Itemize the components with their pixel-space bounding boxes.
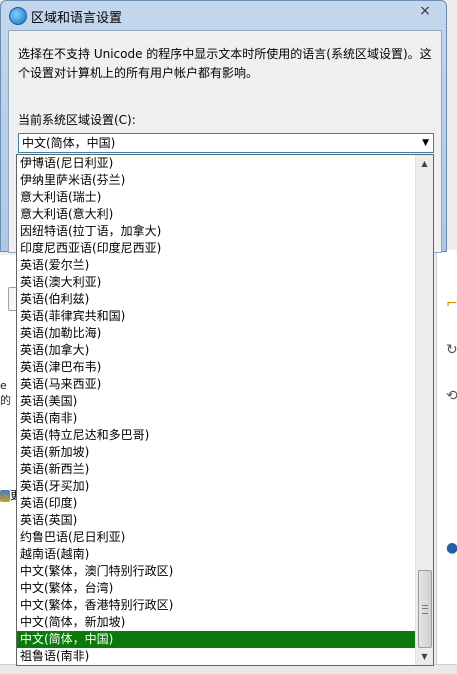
shield-icon [0,489,10,502]
dropdown-item[interactable]: 中文(繁体，澳门特别行政区) [17,563,417,580]
dropdown-item[interactable]: 英语(马来西亚) [17,376,417,393]
chevron-down-icon[interactable]: ▼ [422,134,429,152]
scroll-down-icon[interactable]: ▼ [416,648,433,665]
dropdown-item[interactable]: 英语(加勒比海) [17,325,417,342]
dropdown-items: 伊博语(尼日利亚) 伊纳里萨米语(芬兰) 意大利语(瑞士) 意大利语(意大利) 因纽特语… [17,155,417,665]
close-button[interactable]: × [410,2,440,20]
folder-icon: ⌐ [446,296,457,312]
dropdown-item[interactable]: 中文(繁体，台湾) [17,580,417,597]
dropdown-item[interactable]: 祖鲁语(南非) [17,648,417,665]
dropdown-item[interactable]: 英语(英国) [17,512,417,529]
dropdown-item[interactable]: 英语(南非) [17,410,417,427]
dropdown-item[interactable]: 伊纳里萨米语(芬兰) [17,172,417,189]
globe-icon [9,7,27,25]
tool-icon: ↻ [446,342,457,358]
combobox-value: 中文(简体，中国) [22,136,116,150]
dropdown-item[interactable]: 意大利语(瑞士) [17,189,417,206]
current-locale-label: 当前系统区域设置(C): [18,113,136,127]
background-right-panel [436,250,457,673]
dropdown-item[interactable]: 中文(简体，中国) [17,631,417,648]
dropdown-item[interactable]: 英语(新西兰) [17,461,417,478]
dropdown-item[interactable]: 因纽特语(拉丁语，加拿大) [17,223,417,240]
locale-combobox[interactable]: 中文(简体，中国) ▼ [18,133,434,153]
scroll-up-icon[interactable]: ▲ [416,155,433,172]
dropdown-item[interactable]: 英语(加拿大) [17,342,417,359]
locale-dropdown-list[interactable]: 伊博语(尼日利亚) 伊纳里萨米语(芬兰) 意大利语(瑞士) 意大利语(意大利) 因纽特语… [16,154,434,666]
description-text: 选择在不支持 Unicode 的程序中显示文本时所使用的语言(系统区域设置)。这… [18,47,432,80]
title-bar[interactable]: 区域和语言设置 × [1,1,446,29]
globe-icon: ● [446,540,457,556]
grip-icon [422,605,428,614]
dropdown-item[interactable]: 英语(爱尔兰) [17,257,417,274]
dropdown-item[interactable]: 英语(特立尼达和多巴哥) [17,427,417,444]
scrollbar[interactable]: ▲ ▼ [415,155,433,665]
dialog-title: 区域和语言设置 [31,11,123,26]
dropdown-item[interactable]: 英语(新加坡) [17,444,417,461]
scrollbar-thumb[interactable] [418,570,432,648]
dropdown-item[interactable]: 英语(美国) [17,393,417,410]
dropdown-item[interactable]: 约鲁巴语(尼日利亚) [17,529,417,546]
dropdown-item[interactable]: 英语(印度) [17,495,417,512]
dropdown-item[interactable]: 意大利语(意大利) [17,206,417,223]
dropdown-item[interactable]: 英语(澳大利亚) [17,274,417,291]
dropdown-item[interactable]: 越南语(越南) [17,546,417,563]
dropdown-item[interactable]: 英语(伯利兹) [17,291,417,308]
dropdown-item[interactable]: 英语(菲律宾共和国) [17,308,417,325]
dropdown-item[interactable]: 伊博语(尼日利亚) [17,155,417,172]
dropdown-item[interactable]: 印度尼西亚语(印度尼西亚) [17,240,417,257]
dropdown-item[interactable]: 英语(牙买加) [17,478,417,495]
tool-icon: ⟲ [446,388,457,404]
dropdown-item[interactable]: 英语(津巴布韦) [17,359,417,376]
dropdown-item[interactable]: 中文(繁体，香港特别行政区) [17,597,417,614]
dropdown-item[interactable]: 中文(简体，新加坡) [17,614,417,631]
